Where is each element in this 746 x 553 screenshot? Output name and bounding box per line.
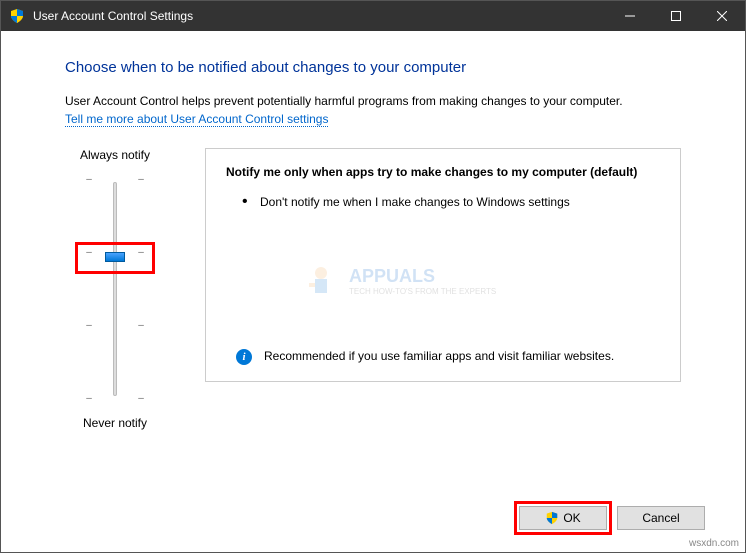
minimize-button[interactable] [607, 1, 653, 31]
maximize-button[interactable] [653, 1, 699, 31]
info-icon: i [236, 349, 252, 365]
cancel-button[interactable]: Cancel [617, 506, 705, 530]
learn-more-link[interactable]: Tell me more about User Account Control … [65, 112, 328, 127]
notification-level-title: Notify me only when apps try to make cha… [226, 165, 660, 179]
notification-slider[interactable]: Always notify –– –– –– –– Never notify [65, 148, 165, 430]
titlebar: User Account Control Settings [1, 1, 745, 31]
slider-tick: –– [85, 394, 145, 404]
notification-detail-item: Don't notify me when I make changes to W… [246, 193, 660, 211]
content-area: Choose when to be notified about changes… [1, 31, 745, 430]
slider-label-always: Always notify [80, 148, 150, 162]
page-heading: Choose when to be notified about changes… [65, 59, 681, 76]
page-description: User Account Control helps prevent poten… [65, 94, 681, 108]
notification-description-panel: Notify me only when apps try to make cha… [205, 148, 681, 382]
cancel-button-label: Cancel [642, 511, 679, 525]
slider-tick: –– [85, 321, 145, 331]
window-title: User Account Control Settings [33, 9, 607, 23]
slider-rail [113, 182, 117, 396]
uac-shield-icon [9, 8, 25, 24]
recommendation-text: Recommended if you use familiar apps and… [264, 349, 614, 363]
close-button[interactable] [699, 1, 745, 31]
source-attribution: wsxdn.com [689, 538, 739, 549]
highlight-annotation [514, 501, 612, 535]
ok-button[interactable]: OK [519, 506, 607, 530]
dialog-footer: OK Cancel [519, 506, 705, 530]
highlight-annotation [75, 242, 155, 274]
slider-label-never: Never notify [83, 416, 147, 430]
slider-tick: –– [85, 174, 145, 184]
